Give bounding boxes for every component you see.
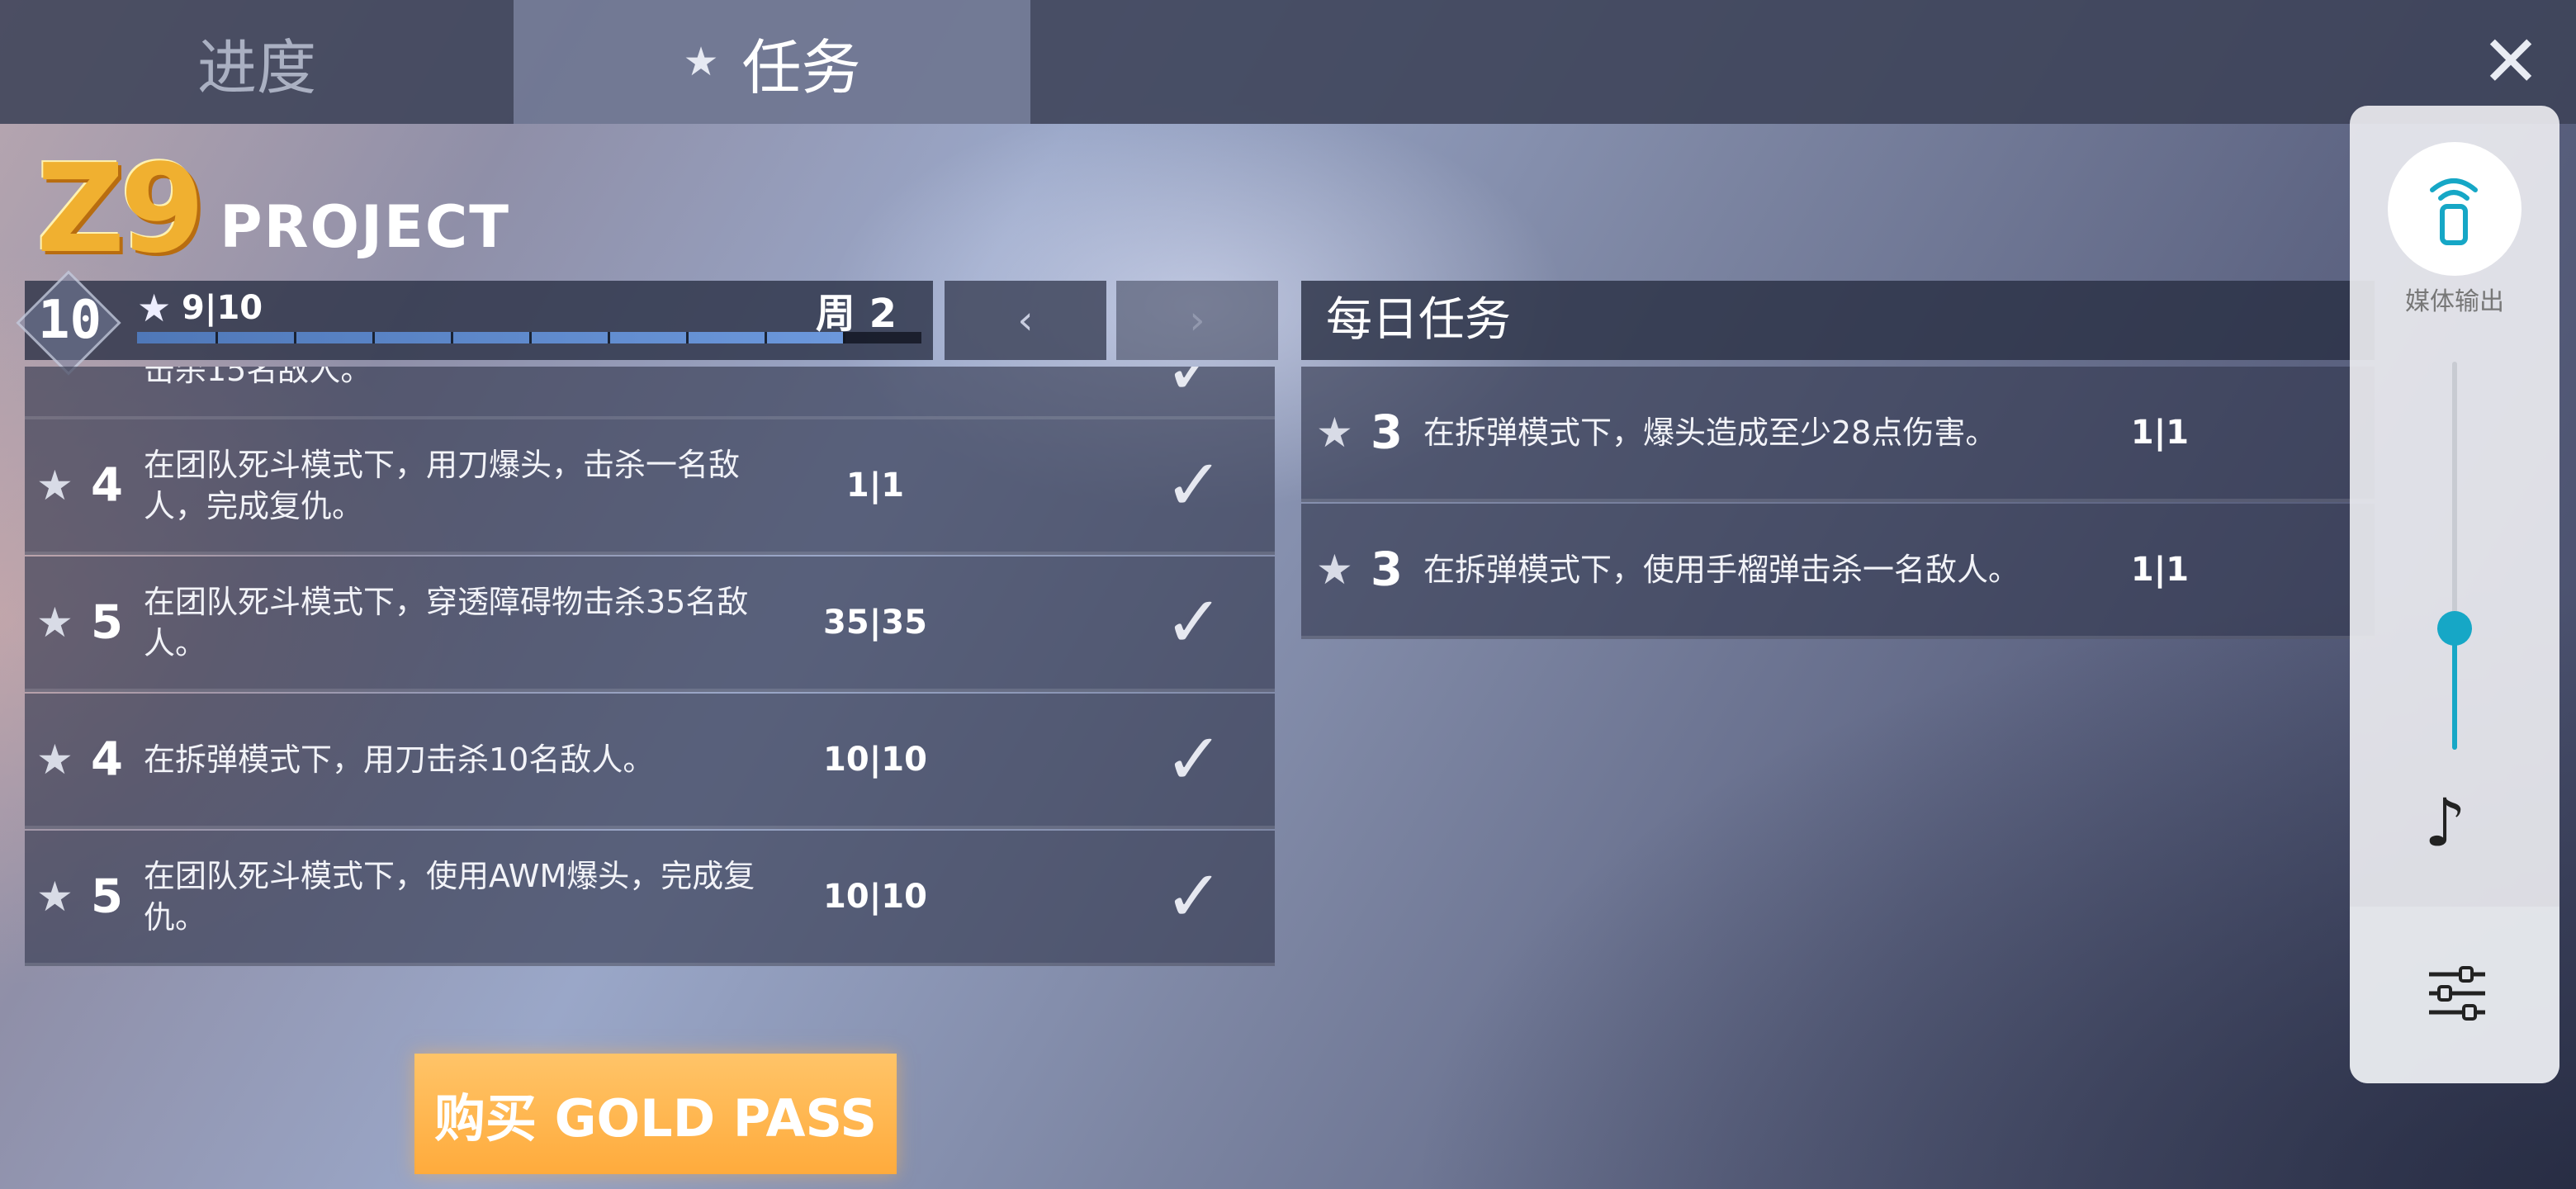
task-progress: 10|10 — [823, 741, 927, 779]
next-week-button[interactable]: › — [1116, 281, 1278, 360]
level-bar: 10 ★ 9|10 周 2 — [16, 270, 933, 376]
star-icon: ★ — [36, 736, 73, 784]
level-number: 10 — [38, 290, 102, 351]
task-progress: 1|1 — [845, 467, 905, 504]
tab-progress-label: 进度 — [197, 32, 316, 102]
task-points: 5 — [91, 869, 123, 924]
logo-text: PROJECT — [220, 193, 510, 261]
logo-mark: Z9 — [36, 138, 205, 280]
daily-title: 每日任务 — [1326, 293, 1511, 347]
progress-divider — [686, 332, 689, 343]
task-points: 5 — [91, 595, 123, 650]
progress-divider — [529, 332, 532, 343]
buy-gold-pass-label: 购买 GOLD PASS — [434, 1088, 877, 1149]
task-description: 在拆弹模式下，爆头造成至少28点伤害。 — [1423, 414, 1997, 451]
star-icon: ★ — [36, 462, 73, 509]
star-icon: ★ — [683, 39, 719, 85]
level-progress-bar — [137, 332, 921, 343]
task-progress: 1|1 — [2130, 414, 2190, 452]
star-icon: ★ — [137, 286, 172, 330]
volume-slider-knob[interactable] — [2437, 611, 2472, 646]
equalizer-settings-icon[interactable] — [2426, 964, 2488, 1022]
task-description: 在团队死斗模式下，使用AWM爆头，完成复仇。 — [144, 858, 755, 936]
task-row: ★ 4 在拆弹模式下，用刀击杀10名敌人。 10|10 ✓ — [25, 694, 1275, 829]
checkmark-icon: ✓ — [1164, 581, 1224, 664]
game-logo: Z9 PROJECT — [36, 147, 510, 271]
daily-header: 每日任务 — [1301, 281, 2375, 360]
phone-cast-icon — [2430, 178, 2478, 245]
level-progress-fill — [137, 332, 843, 343]
top-tab-bar: 进度 ★ 任务 ✕ — [0, 0, 2576, 124]
progress-divider — [451, 332, 453, 343]
checkmark-icon: ✓ — [1164, 367, 1224, 411]
progress-divider — [215, 332, 218, 343]
media-output-label: 媒体输出 — [2405, 287, 2504, 316]
media-output-panel: 媒体输出 ♪ — [2350, 106, 2559, 1083]
task-row: ★ 4 在团队死斗模式下，用刀爆头，击杀一名敌人，完成复仇。 1|1 ✓ — [25, 419, 1275, 555]
music-note-icon: ♪ — [2424, 784, 2467, 861]
prev-week-button[interactable]: ‹ — [945, 281, 1106, 360]
checkmark-icon: ✓ — [1164, 718, 1224, 801]
task-description: 在团队死斗模式下，穿透障碍物击杀35名敌人。 — [144, 584, 749, 661]
task-points: 4 — [91, 732, 123, 787]
task-row: ★ 5 在团队死斗模式下，使用AWM爆头，完成复仇。 10|10 ✓ — [25, 831, 1275, 966]
buy-gold-pass-button[interactable]: 购买 GOLD PASS — [414, 1054, 897, 1174]
task-points: 3 — [1371, 405, 1403, 460]
task-points: 4 — [91, 367, 123, 377]
task-row: ★ 5 在团队死斗模式下，穿透障碍物击杀35名敌人。 35|35 ✓ — [25, 557, 1275, 692]
task-points: 3 — [1371, 542, 1403, 597]
week-label: 周 2 — [815, 291, 897, 337]
progress-divider — [608, 332, 610, 343]
star-icon: ★ — [36, 873, 73, 921]
star-icon: ★ — [1316, 409, 1353, 457]
progress-divider — [843, 332, 845, 343]
checkmark-icon: ✓ — [1164, 855, 1224, 938]
task-row: ★ 4 击杀15名敌人。 ✓ — [25, 367, 1275, 419]
star-icon: ★ — [1316, 546, 1353, 594]
checkmark-icon: ✓ — [1164, 444, 1224, 527]
daily-task-row: ★ 3 在拆弹模式下，使用手榴弹击杀一名敌人。 1|1 — [1301, 504, 2375, 639]
progress-divider — [372, 332, 375, 343]
tab-tasks[interactable]: ★ 任务 — [514, 0, 1030, 124]
daily-task-row: ★ 3 在拆弹模式下，爆头造成至少28点伤害。 1|1 — [1301, 367, 2375, 502]
task-description: 在拆弹模式下，用刀击杀10名敌人。 — [144, 741, 655, 778]
level-stars: 9|10 — [182, 289, 263, 327]
star-icon: ★ — [36, 599, 73, 647]
task-description: 击杀15名敌人。 — [144, 367, 372, 388]
chevron-left-icon: ‹ — [1017, 297, 1034, 343]
task-points: 4 — [91, 458, 123, 513]
task-description: 在团队死斗模式下，用刀爆头，击杀一名敌人，完成复仇。 — [144, 447, 741, 524]
tab-progress[interactable]: 进度 — [0, 0, 514, 124]
progress-divider — [294, 332, 296, 343]
tab-tasks-label: 任务 — [741, 32, 861, 102]
task-progress: 10|10 — [823, 878, 927, 916]
task-description: 在拆弹模式下，使用手榴弹击杀一名敌人。 — [1423, 552, 2020, 588]
task-progress: 1|1 — [2130, 551, 2190, 589]
star-icon: ★ — [36, 367, 73, 374]
weekly-task-list[interactable]: ★ 4 击杀15名敌人。 ✓ ★ 4 在团队死斗模式下，用刀爆头，击杀一名敌人，… — [25, 367, 1275, 968]
close-icon[interactable]: ✕ — [2474, 25, 2548, 99]
daily-task-panel: 每日任务 ★ 3 在拆弹模式下，爆头造成至少28点伤害。 1|1 ★ 3 在拆弹… — [1301, 281, 2375, 639]
progress-divider — [765, 332, 767, 343]
chevron-right-icon: › — [1189, 297, 1205, 343]
task-progress: 35|35 — [823, 604, 927, 642]
